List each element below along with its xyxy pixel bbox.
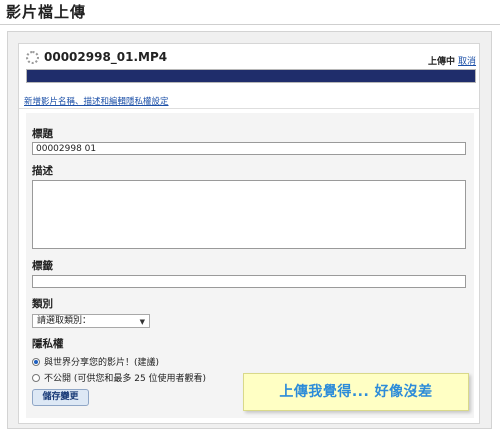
description-label: 描述 [32,165,53,177]
radio-unlisted[interactable] [32,373,40,382]
privacy-option-unlisted-label: 不公開 (可供您和最多 25 位使用者觀看) [44,374,207,384]
description-textarea[interactable] [32,180,466,249]
progress-bar-fill [27,70,475,82]
privacy-option-public-label: 與世界分享您的影片！(建議) [44,358,160,368]
category-select[interactable]: 請選取類別： ▼ [32,314,150,328]
save-changes-button[interactable]: 儲存變更 [32,389,89,406]
category-selected-value: 請選取類別： [37,316,92,326]
chevron-down-icon: ▼ [139,318,145,326]
page-title: 影片檔上傳 [6,3,87,21]
title-label: 標題 [32,128,53,140]
title-divider [0,24,500,25]
title-input[interactable]: 00002998 01 [32,142,466,155]
file-name: 00002998_01.MP4 [44,50,168,64]
loading-spinner-icon [26,51,39,64]
cancel-link[interactable]: 取消 [458,54,476,67]
privacy-option-unlisted[interactable]: 不公開 (可供您和最多 25 位使用者觀看) [32,371,206,384]
privacy-label: 隱私權 [32,338,64,350]
tags-input[interactable] [32,275,466,288]
edit-details-link[interactable]: 新增影片名稱、描述和編輯隱私權設定 [24,95,169,107]
progress-bar [26,69,476,83]
annotation-callout: 上傳我覺得... 好像沒差 [243,373,469,411]
radio-public[interactable] [32,357,40,366]
details-divider [19,108,479,109]
privacy-option-public[interactable]: 與世界分享您的影片！(建議) [32,355,159,368]
category-label: 類別 [32,298,53,310]
tags-label: 標籤 [32,260,53,272]
upload-status: 上傳中 [428,57,456,67]
